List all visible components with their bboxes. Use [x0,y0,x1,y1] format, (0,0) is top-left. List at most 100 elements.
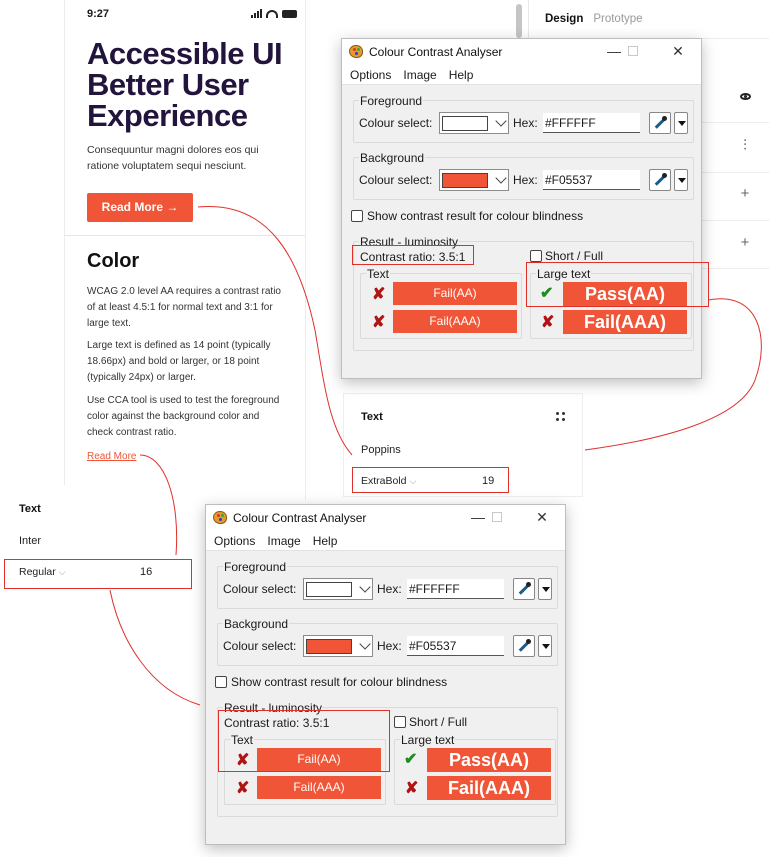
hero-subtitle: Consequuntur magni dolores eos qui ratio… [87,144,259,172]
font-family[interactable]: Inter [19,535,41,547]
colour-select-label: Colour select: [359,116,433,130]
paragraph: WCAG 2.0 level AA requires a contrast ra… [87,286,281,329]
menu-help[interactable]: Help [449,65,474,84]
title-bar: Colour Contrast Analyser — ✕ [206,505,565,531]
menu-bar: Options Image Help [206,531,565,551]
close-button[interactable]: ✕ [534,509,550,525]
read-more-button[interactable]: Read More → [87,193,193,222]
background-label: Background [223,617,290,631]
menu-help[interactable]: Help [313,531,338,550]
foreground-hex-input[interactable]: #FFFFFF [407,579,504,599]
cca-window-top: Colour Contrast Analyser — ✕ Options Ima… [341,38,702,379]
text-aaa-result: Fail(AAA) [257,776,381,799]
wifi-icon [266,9,278,18]
minimize-button[interactable]: — [470,509,486,525]
text-results: Text ✘ Fail(AA) ✘ Fail(AAA) [360,267,522,339]
read-more-link[interactable]: Read More [87,451,136,462]
foreground-colour-select[interactable] [439,112,509,134]
hex-label: Hex: [513,173,538,187]
background-swatch [306,639,352,654]
plus-icon[interactable]: + [737,235,753,251]
chevron-down-icon [495,115,507,127]
close-button[interactable]: ✕ [670,43,686,59]
palette-icon [213,511,227,524]
dropdown-arrow-button[interactable] [674,112,688,134]
colour-select-label: Colour select: [223,582,297,596]
background-label: Background [359,151,426,165]
highlight-box [352,245,474,265]
status-icons [251,9,297,18]
window-title: Colour Contrast Analyser [233,511,367,525]
eyedropper-icon[interactable] [513,635,535,657]
window-title: Colour Contrast Analyser [369,45,503,59]
short-full-label: Short / Full [409,715,468,729]
highlight-box [4,559,192,589]
short-full-checkbox[interactable] [530,250,542,262]
battery-icon [282,9,297,18]
background-colour-select[interactable] [303,635,373,657]
chevron-down-icon [359,638,371,650]
foreground-swatch [306,582,352,597]
eyedropper-icon[interactable] [513,578,535,600]
highlight-box [218,710,390,772]
large-aa-result: Pass(AA) [427,748,551,772]
sliders-icon[interactable]: ⫶ [737,138,753,154]
foreground-swatch [442,116,488,131]
background-group: Background Colour select: Hex: #F05537 [353,151,694,200]
menu-image[interactable]: Image [267,531,300,550]
connector-line [109,589,201,706]
colour-select-label: Colour select: [359,173,433,187]
hero-title: Accessible UI Better User Experience [87,36,283,133]
plus-icon[interactable]: + [737,186,753,202]
menu-options[interactable]: Options [214,531,255,550]
foreground-hex-input[interactable]: #FFFFFF [543,113,640,133]
eyedropper-icon[interactable] [649,169,671,191]
background-hex-input[interactable]: #F05537 [543,170,640,190]
dropdown-arrow-button[interactable] [538,635,552,657]
hex-label: Hex: [377,639,402,653]
blindness-checkbox[interactable] [215,676,227,688]
highlight-box [526,262,709,307]
foreground-colour-select[interactable] [303,578,373,600]
minimize-button[interactable]: — [606,43,622,59]
panel-tabs: Design Prototype [545,13,643,25]
section-title: Color [87,250,140,272]
blindness-label: Show contrast result for colour blindnes… [367,209,584,223]
large-aaa-result: Fail(AAA) [427,776,551,800]
grid-dots-icon[interactable] [556,412,566,422]
menu-options[interactable]: Options [350,65,391,84]
background-colour-select[interactable] [439,169,509,191]
text-aaa-result: Fail(AAA) [393,310,517,333]
text-aa-result: Fail(AA) [393,282,517,305]
large-text-results: Large text ✔ Pass(AA) ✘ Fail(AAA) [394,733,556,805]
fail-x-icon: ✘ [372,314,386,331]
paragraph: Large text is defined as 14 point (typic… [87,340,271,383]
short-full-checkbox[interactable] [394,716,406,728]
status-bar: 9:27 [87,8,297,22]
tab-prototype[interactable]: Prototype [593,13,642,25]
eye-icon[interactable] [737,89,753,105]
phone-mockup: 9:27 Accessible UI Better User Experienc… [64,0,306,500]
menu-image[interactable]: Image [403,65,436,84]
foreground-group: Foreground Colour select: Hex: #FFFFFF [217,560,558,609]
blindness-checkbox[interactable] [351,210,363,222]
background-hex-input[interactable]: #F05537 [407,636,504,656]
dropdown-arrow-button[interactable] [538,578,552,600]
maximize-button[interactable] [628,46,638,56]
chevron-down-icon [495,172,507,184]
dropdown-arrow-button[interactable] [674,169,688,191]
hex-label: Hex: [513,116,538,130]
pass-check-icon: ✔ [404,751,418,768]
scrollbar[interactable] [516,4,522,38]
eyedropper-icon[interactable] [649,112,671,134]
font-family[interactable]: Poppins [361,444,401,456]
title-bar: Colour Contrast Analyser — ✕ [342,39,701,65]
signal-icon [251,9,262,18]
highlight-box [352,467,509,493]
status-time: 9:27 [87,8,110,20]
foreground-label: Foreground [223,560,288,574]
maximize-button[interactable] [492,512,502,522]
paragraph: Use CCA tool is used to test the foregro… [87,395,280,438]
tab-design[interactable]: Design [545,13,583,25]
fail-x-icon: ✘ [541,314,555,331]
